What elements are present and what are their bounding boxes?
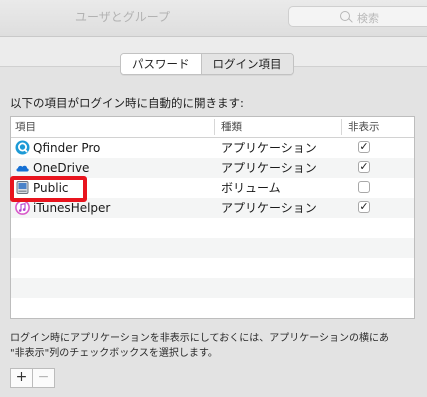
search-icon [340,11,350,21]
column-divider [341,119,342,135]
tab-login-items[interactable]: ログイン項目 [201,54,293,74]
search-field[interactable]: 検索 [288,6,427,27]
table-header: 項目 種類 非表示 [11,117,414,138]
tab-password[interactable]: パスワード [121,54,202,74]
hide-instructions: ログイン時にアプリケーションを非表示にしておくには、アプリケーションの横にあ "… [10,331,420,361]
item-kind: アプリケーション [221,141,317,155]
hide-instructions-line-2: "非表示"列のチェックボックスを選択します。 [10,348,218,359]
column-header-item[interactable]: 項目 [15,117,36,137]
login-items-table: 項目 種類 非表示 Qfinder Pro アプリケーション ✓ OneDriv… [10,116,415,319]
hide-checkbox[interactable]: ✓ [358,161,370,173]
login-items-intro: 以下の項目がログイン時に自動的に開きます: [10,96,244,110]
hide-instructions-line-1: ログイン時にアプリケーションを非表示にしておくには、アプリケーションの横にあ [10,333,389,344]
empty-row [11,278,414,298]
empty-row [11,298,414,318]
hide-checkbox[interactable] [358,181,370,193]
itunes-icon [15,200,30,215]
onedrive-icon [16,165,29,172]
add-item-button[interactable]: + [11,369,32,387]
empty-row [11,238,414,258]
table-row[interactable]: OneDrive アプリケーション ✓ [11,158,414,178]
remove-item-button[interactable]: − [32,369,54,387]
item-kind: アプリケーション [221,161,317,175]
column-header-hide[interactable]: 非表示 [348,117,380,137]
item-kind: アプリケーション [221,201,317,215]
window-title: ユーザとグループ [75,10,171,24]
empty-row [11,318,414,319]
highlight-annotation [10,176,87,202]
users-and-groups-window: ユーザとグループ 検索 パスワード ログイン項目 以下の項目がログイン時に自動的… [0,0,427,397]
title-bar: ユーザとグループ 検索 [0,0,427,37]
add-remove-buttons: + − [10,368,55,388]
column-header-kind[interactable]: 種類 [221,117,242,137]
item-name: OneDrive [33,161,90,175]
search-placeholder: 検索 [357,12,379,25]
tab-control: パスワード ログイン項目 [120,53,294,75]
table-row[interactable]: Qfinder Pro アプリケーション ✓ [11,138,414,158]
table-body: Qfinder Pro アプリケーション ✓ OneDrive アプリケーション… [11,138,414,319]
qfinder-icon [15,140,30,155]
item-kind: ボリューム [221,181,281,195]
item-name: Qfinder Pro [33,141,101,155]
empty-row [11,218,414,238]
empty-row [11,258,414,278]
hide-checkbox[interactable]: ✓ [358,201,370,213]
column-divider [214,119,215,135]
hide-checkbox[interactable]: ✓ [358,141,370,153]
